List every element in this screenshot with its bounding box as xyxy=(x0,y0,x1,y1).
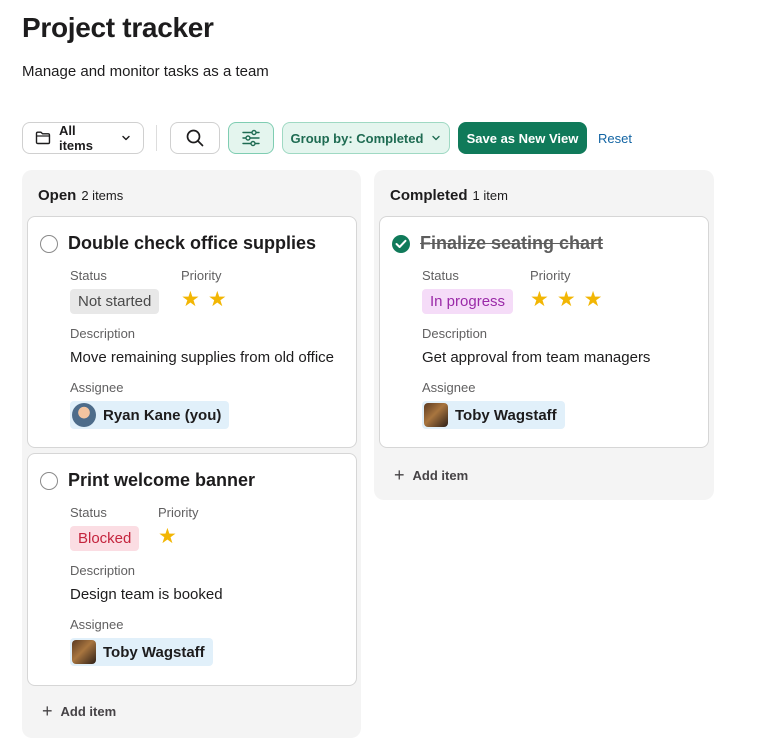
assignee-label: Assignee xyxy=(70,617,124,632)
chevron-down-icon xyxy=(122,135,130,141)
search-button[interactable] xyxy=(170,122,220,154)
task-card[interactable]: Print welcome banner Status Priority Blo… xyxy=(27,453,357,686)
group-by-button[interactable]: Group by: Completed xyxy=(282,122,450,154)
description-text: Design team is booked xyxy=(70,586,223,603)
column-header: Completed 1 item xyxy=(390,187,508,204)
complete-checkbox[interactable] xyxy=(40,234,58,253)
assignee-chip[interactable]: Toby Wagstaff xyxy=(422,401,565,429)
page-subtitle: Manage and monitor tasks as a team xyxy=(22,63,269,80)
description-text: Get approval from team managers xyxy=(422,349,651,366)
avatar xyxy=(424,403,448,427)
star-icon: ★ xyxy=(556,288,576,311)
card-title-row: Double check office supplies xyxy=(40,233,316,254)
add-item-label: Add item xyxy=(412,467,469,483)
status-label: Status xyxy=(422,268,459,283)
assignee-label: Assignee xyxy=(70,380,124,395)
description-label: Description xyxy=(422,326,488,341)
star-icon: ★ xyxy=(207,288,227,311)
add-item-button[interactable]: + Add item xyxy=(394,466,468,484)
assignee-name: Toby Wagstaff xyxy=(455,406,557,424)
filter-button[interactable] xyxy=(228,122,274,154)
folder-icon xyxy=(35,131,51,145)
card-title-row: Print welcome banner xyxy=(40,470,255,491)
complete-checkbox[interactable] xyxy=(40,471,58,490)
status-badge[interactable]: In progress xyxy=(422,289,514,314)
assignee-label: Assignee xyxy=(422,380,476,395)
all-items-label: All items xyxy=(58,123,93,153)
star-icon: ★ xyxy=(181,288,200,311)
card-title: Print welcome banner xyxy=(68,470,256,490)
add-item-label: Add item xyxy=(60,703,117,719)
column-name: Open xyxy=(38,187,77,204)
column-header: Open 2 items xyxy=(38,187,123,204)
assignee-chip[interactable]: Toby Wagstaff xyxy=(70,638,213,666)
card-title-row: Finalize seating chart xyxy=(392,233,603,254)
star-icon: ★ xyxy=(583,288,603,311)
priority-stars[interactable]: ★ xyxy=(158,526,177,547)
star-icon: ★ xyxy=(530,288,549,311)
task-card[interactable]: Double check office supplies Status Prio… xyxy=(27,216,357,448)
priority-stars[interactable]: ★ ★ xyxy=(181,289,227,310)
avatar xyxy=(72,403,96,427)
task-card[interactable]: Finalize seating chart Status Priority I… xyxy=(379,216,709,448)
avatar xyxy=(72,640,96,664)
all-items-button[interactable]: All items xyxy=(22,122,144,154)
assignee-chip[interactable]: Ryan Kane (you) xyxy=(70,401,230,429)
column-name: Completed xyxy=(390,187,468,204)
search-icon xyxy=(186,129,204,147)
column-completed: Completed 1 item Finalize seating chart … xyxy=(374,170,714,500)
save-as-new-view-button[interactable]: Save as New View xyxy=(458,122,587,154)
priority-label: Priority xyxy=(530,268,571,283)
priority-stars[interactable]: ★ ★ ★ xyxy=(530,289,602,310)
priority-label: Priority xyxy=(181,268,222,283)
card-title: Finalize seating chart xyxy=(420,233,604,253)
assignee-name: Ryan Kane (you) xyxy=(103,406,222,424)
group-by-label: Group by: Completed xyxy=(290,130,424,146)
chevron-down-icon xyxy=(432,135,441,141)
page-title: Project tracker xyxy=(22,12,214,43)
description-text: Move remaining supplies from old office xyxy=(70,349,335,366)
filter-sliders-icon xyxy=(242,129,260,147)
plus-icon: + xyxy=(42,701,53,721)
card-title: Double check office supplies xyxy=(68,233,317,253)
plus-icon: + xyxy=(394,465,405,485)
status-badge[interactable]: Blocked xyxy=(70,526,140,551)
status-label: Status xyxy=(70,505,107,520)
star-icon: ★ xyxy=(158,525,177,548)
column-count: 1 item xyxy=(472,188,508,203)
status-label: Status xyxy=(70,268,107,283)
assignee-name: Toby Wagstaff xyxy=(103,643,205,661)
toolbar-divider xyxy=(156,125,157,151)
toolbar: All items Group by: Completed Save as Ne… xyxy=(22,122,742,154)
reset-link[interactable]: Reset xyxy=(592,122,638,154)
priority-label: Priority xyxy=(158,505,199,520)
column-count: 2 items xyxy=(81,188,124,203)
add-item-button[interactable]: + Add item xyxy=(42,702,116,720)
check-circle-icon xyxy=(395,239,407,248)
column-open: Open 2 items Double check office supplie… xyxy=(22,170,361,738)
status-badge[interactable]: Not started xyxy=(70,289,160,314)
description-label: Description xyxy=(70,563,136,578)
complete-checkbox[interactable] xyxy=(392,234,410,253)
description-label: Description xyxy=(70,326,136,341)
